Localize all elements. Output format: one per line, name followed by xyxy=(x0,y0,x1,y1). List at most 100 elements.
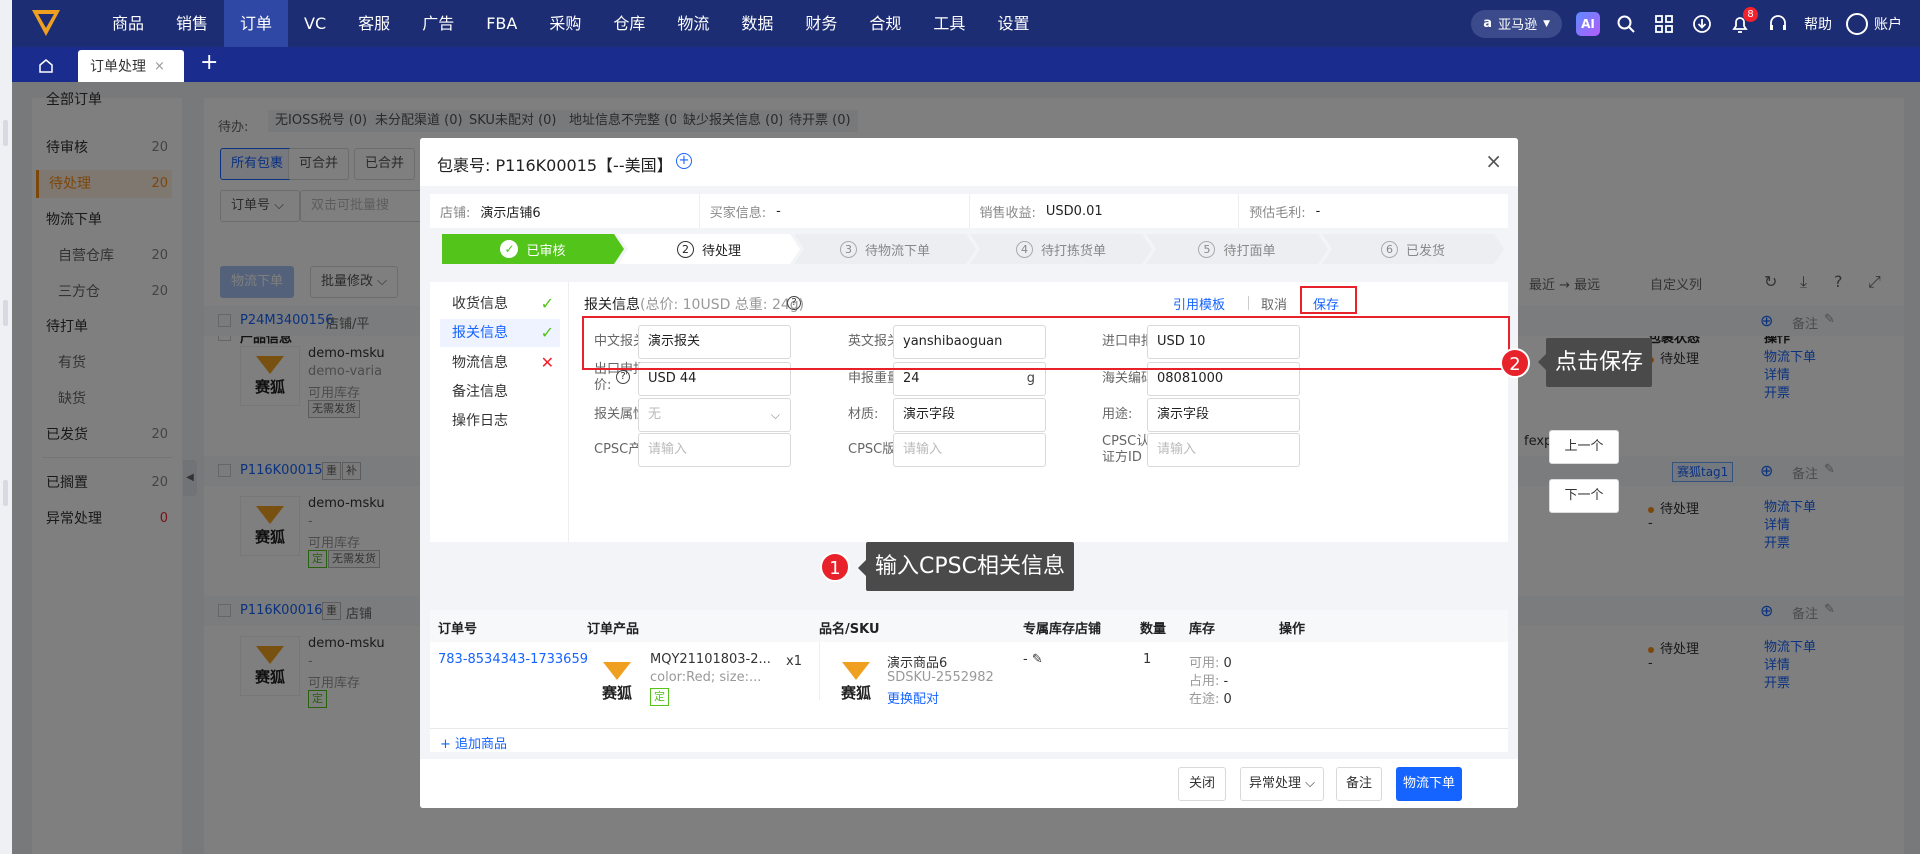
nav-item-7[interactable]: 采购 xyxy=(533,0,597,47)
step-label: 待打拣货单 xyxy=(1040,243,1106,259)
step-label: 待物流下单 xyxy=(864,243,930,259)
ai-assistant-icon[interactable]: AI xyxy=(1576,11,1600,36)
material-input[interactable]: 演示字段 xyxy=(893,398,1046,432)
col-ops: 操作 xyxy=(1279,622,1306,637)
close-icon[interactable]: × xyxy=(1485,149,1502,173)
info-value: - xyxy=(1315,203,1321,219)
close-button[interactable]: 关闭 xyxy=(1178,767,1226,801)
nav-item-11[interactable]: 财务 xyxy=(789,0,853,47)
app-logo-icon[interactable] xyxy=(32,10,60,36)
help-icon[interactable]: ? xyxy=(616,370,630,384)
stock-available: 可用: 0 xyxy=(1189,652,1232,671)
nav-item-5[interactable]: 广告 xyxy=(406,0,470,47)
prev-button[interactable]: 上一个 xyxy=(1549,430,1619,464)
nav-item-8[interactable]: 仓库 xyxy=(597,0,661,47)
info-value: - xyxy=(776,203,781,219)
stock-transit-value: 0 xyxy=(1223,692,1232,707)
nav-item-6[interactable]: FBA xyxy=(470,0,533,47)
apps-grid-icon[interactable] xyxy=(1652,12,1676,36)
store-name: 亚马逊 xyxy=(1498,18,1538,33)
nav-item-4[interactable]: 客服 xyxy=(342,0,406,47)
product-title: MQY21101803-2... xyxy=(650,652,771,667)
info-value: 演示店铺6 xyxy=(480,205,541,221)
add-tab-icon[interactable]: + xyxy=(200,50,218,75)
callout-arrow xyxy=(858,560,866,576)
attr-select[interactable]: 无 ⌵ xyxy=(638,398,791,432)
nav-item-14[interactable]: 设置 xyxy=(981,0,1045,47)
store-switcher[interactable]: a 亚马逊 ▼ xyxy=(1471,9,1562,38)
ship-order-button[interactable]: 物流下单 xyxy=(1396,767,1462,801)
use-template-link[interactable]: 引用模板 xyxy=(1173,294,1225,313)
nav-item-13[interactable]: 工具 xyxy=(917,0,981,47)
section-menu-label: 备注信息 xyxy=(452,384,508,400)
callout-click-save: 点击保存 xyxy=(1546,338,1653,387)
edit-icon[interactable]: ✎ xyxy=(1032,652,1043,667)
change-pairing-link[interactable]: 更换配对 xyxy=(887,688,939,707)
order-number-link[interactable]: 783-8534343-1733659 xyxy=(438,652,588,667)
tab-bar: 订单处理 × + xyxy=(12,47,1920,82)
section-menu-item[interactable]: 操作日志 xyxy=(440,407,560,435)
bell-icon[interactable]: 8 xyxy=(1728,6,1758,36)
nav-item-3[interactable]: VC xyxy=(288,0,342,47)
info-cell: 销售收益: USD0.01 xyxy=(970,194,1240,228)
next-button[interactable]: 下一个 xyxy=(1549,479,1619,513)
edge-tick xyxy=(3,480,8,506)
stock-used-value: - xyxy=(1223,674,1229,689)
chevron-down-icon: ▼ xyxy=(1543,18,1550,29)
cross-icon: ✕ xyxy=(540,353,554,372)
section-menu-item[interactable]: 备注信息 xyxy=(440,378,560,406)
nav-item-9[interactable]: 物流 xyxy=(661,0,725,47)
quantity-value: 1 xyxy=(1143,652,1152,667)
weight-value: 24 xyxy=(903,371,920,386)
section-menu-item[interactable]: 物流信息 ✕ xyxy=(440,349,560,377)
home-icon[interactable] xyxy=(30,53,62,79)
section-menu-item[interactable]: 报关信息 ✓ xyxy=(440,319,560,347)
nav-item-2[interactable]: 订单 xyxy=(224,0,289,47)
add-circle-icon[interactable]: + xyxy=(676,153,692,169)
note-button[interactable]: 备注 xyxy=(1336,767,1382,801)
section-menu-label: 物流信息 xyxy=(452,355,508,371)
nav-item-10[interactable]: 数据 xyxy=(725,0,789,47)
col-item-sku: 品名/SKU xyxy=(819,622,880,637)
section-menu-item[interactable]: 收货信息 ✓ xyxy=(440,290,560,318)
step-number: 6 xyxy=(1381,241,1398,258)
order-items-table: 订单号 订单产品 品名/SKU 专属库存店铺 数量 库存 操作 783-8534… xyxy=(430,610,1508,752)
col-divider xyxy=(819,642,820,700)
help-link[interactable]: 帮助 xyxy=(1804,14,1832,34)
product-image[interactable]: 赛狐 xyxy=(587,652,647,712)
usage-input[interactable]: 演示字段 xyxy=(1147,398,1300,432)
cpsc-version-input[interactable]: 请输入 xyxy=(893,433,1046,467)
account-menu[interactable]: 账户 xyxy=(1846,12,1902,35)
add-goods-link[interactable]: + 追加商品 xyxy=(440,733,507,752)
download-icon[interactable] xyxy=(1690,12,1714,36)
nav-item-1[interactable]: 销售 xyxy=(160,0,224,47)
tab-order-processing[interactable]: 订单处理 × xyxy=(78,50,184,82)
close-icon[interactable]: × xyxy=(154,59,165,74)
col-order-no: 订单号 xyxy=(438,622,478,637)
cpsc-product-input[interactable]: 请输入 xyxy=(638,433,791,467)
help-icon[interactable]: ? xyxy=(787,296,801,310)
avatar-icon xyxy=(1846,12,1868,35)
info-label: 店铺: xyxy=(440,205,471,221)
headset-icon[interactable] xyxy=(1766,12,1790,36)
search-icon[interactable] xyxy=(1614,12,1638,36)
cpsc-cert-input[interactable]: 请输入 xyxy=(1147,433,1300,467)
check-circle-icon: ✓ xyxy=(500,240,518,258)
step-3: 3 待物流下单 xyxy=(794,234,976,264)
product-qty: x1 xyxy=(786,654,802,669)
exception-dropdown-button[interactable]: 异常处理 ⌵ xyxy=(1240,767,1324,801)
edge-tick xyxy=(3,120,8,146)
col-order-product: 订单产品 xyxy=(587,622,640,637)
nav-item-12[interactable]: 合规 xyxy=(853,0,917,47)
cancel-link[interactable]: 取消 xyxy=(1261,294,1287,313)
item-name: 演示商品6 xyxy=(887,656,948,671)
step-5: 5 待打面单 xyxy=(1146,234,1328,264)
step-number: 2 xyxy=(677,241,694,258)
item-image[interactable]: 赛狐 xyxy=(826,652,886,712)
info-value: USD0.01 xyxy=(1045,203,1103,219)
nav-item-0[interactable]: 商品 xyxy=(96,0,160,47)
material-label: 材质: xyxy=(848,407,879,422)
step-badge-1: 1 xyxy=(820,552,850,582)
fixed-tag: 定 xyxy=(650,688,669,706)
section-menu-label: 操作日志 xyxy=(452,413,508,429)
